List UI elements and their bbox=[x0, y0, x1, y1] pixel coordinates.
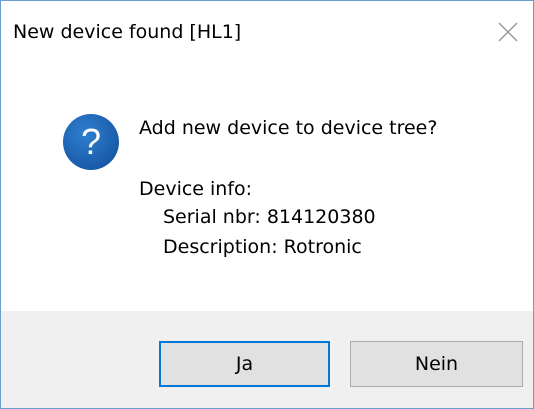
title-bar[interactable]: New device found [HL1] bbox=[1, 1, 533, 61]
dialog-window: New device found [HL1] ? Add new device bbox=[0, 0, 534, 409]
question-icon: ? bbox=[62, 113, 120, 171]
window-title: New device found [HL1] bbox=[13, 21, 242, 43]
dialog-content: ? Add new device to device tree? Device … bbox=[1, 61, 533, 311]
button-bar: Ja Nein bbox=[1, 311, 533, 408]
description-text: Description: Rotronic bbox=[163, 236, 362, 258]
close-icon bbox=[498, 22, 518, 42]
no-button[interactable]: Nein bbox=[350, 341, 523, 387]
device-info-heading: Device info: bbox=[139, 178, 253, 200]
question-glyph: ? bbox=[81, 121, 101, 162]
serial-number-text: Serial nbr: 814120380 bbox=[163, 206, 376, 228]
close-button[interactable] bbox=[491, 15, 525, 49]
question-text: Add new device to device tree? bbox=[139, 117, 438, 139]
yes-button[interactable]: Ja bbox=[159, 341, 330, 387]
